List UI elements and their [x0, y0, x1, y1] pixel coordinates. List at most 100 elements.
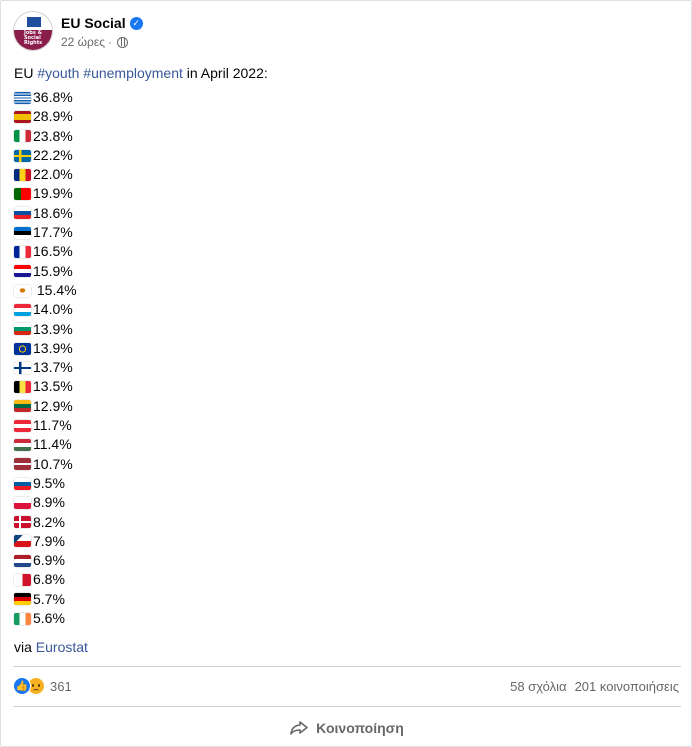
page-avatar[interactable]: Jobs & Social Rights — [13, 11, 53, 51]
latvia-flag-icon — [14, 458, 31, 471]
list-item: 5.7% — [14, 590, 674, 609]
divider — [13, 706, 681, 707]
austria-flag-icon — [14, 419, 31, 432]
page-name-link[interactable]: EU Social — [61, 15, 126, 31]
list-item: 17.7% — [14, 223, 674, 242]
poland-flag-icon — [14, 496, 31, 509]
eu-flag-icon — [14, 342, 31, 355]
post-timestamp[interactable]: 22 ώρες — [61, 35, 105, 49]
hungary-flag-icon — [14, 438, 31, 451]
list-item: 10.7% — [14, 455, 674, 474]
verified-badge-icon: ✓ — [129, 16, 143, 30]
rate-value: 8.2% — [33, 513, 65, 530]
estonia-flag-icon — [14, 226, 31, 239]
rate-value: 17.7% — [33, 224, 73, 241]
post-meta: EU Social ✓ 22 ώρες · — [61, 11, 143, 51]
rate-value: 10.7% — [33, 455, 73, 472]
portugal-flag-icon — [14, 188, 31, 201]
list-item: 9.5% — [14, 474, 674, 493]
rate-value: 12.9% — [33, 397, 73, 414]
list-item: 22.0% — [14, 165, 674, 184]
rate-value: 19.9% — [33, 185, 73, 202]
rate-value: 6.8% — [33, 571, 65, 588]
rate-value: 13.9% — [33, 320, 73, 337]
rate-value: 5.6% — [33, 610, 65, 627]
list-item: 13.9% — [14, 320, 674, 339]
luxembourg-flag-icon — [14, 303, 31, 316]
germany-flag-icon — [14, 593, 31, 606]
italy-flag-icon — [14, 130, 31, 143]
slovakia-flag-icon — [14, 207, 31, 220]
list-item: 13.7% — [14, 358, 674, 377]
like-reaction-icon: 👍 — [13, 677, 31, 695]
rate-value: 13.7% — [33, 359, 73, 376]
comments-count[interactable]: 58 σχόλια — [510, 679, 566, 694]
cyprus-flag-icon — [14, 284, 31, 297]
list-item: 6.8% — [14, 570, 674, 589]
rate-value: 36.8% — [33, 89, 73, 105]
reactions-summary[interactable]: 👍 361 — [13, 677, 72, 695]
denmark-flag-icon — [14, 516, 31, 529]
rate-value: 11.7% — [33, 417, 72, 434]
rate-value: 15.4% — [33, 281, 77, 298]
rate-value: 8.9% — [33, 494, 65, 511]
meta-separator: · — [108, 35, 113, 49]
greece-flag-icon — [14, 91, 31, 104]
rate-value: 7.9% — [33, 532, 65, 549]
spain-flag-icon — [14, 110, 31, 123]
rate-value: 9.5% — [33, 474, 65, 491]
rate-value: 23.8% — [33, 127, 73, 144]
public-globe-icon — [117, 36, 129, 48]
unemployment-list: 36.8% 28.9% 23.8% 22.2% 22.0% 19.9% 18.6% 17.7%… — [14, 88, 674, 628]
netherlands-flag-icon — [14, 554, 31, 567]
share-label: Κοινοποίηση — [316, 720, 404, 736]
post-header: Jobs & Social Rights EU Social ✓ 22 ώρες… — [13, 11, 143, 51]
hashtag-youth[interactable]: #youth — [37, 65, 79, 81]
list-item: 6.9% — [14, 551, 674, 570]
list-item: 19.9% — [14, 184, 674, 203]
list-item: 11.7% — [14, 416, 674, 435]
list-item: 14.0% — [14, 300, 674, 319]
rate-value: 13.9% — [33, 339, 73, 356]
list-item: 7.9% — [14, 532, 674, 551]
romania-flag-icon — [14, 168, 31, 181]
shares-count[interactable]: 201 κοινοποιήσεις — [575, 679, 679, 694]
list-item: 5.6% — [14, 609, 674, 628]
belgium-flag-icon — [14, 381, 31, 394]
list-item: 22.2% — [14, 146, 674, 165]
rate-value: 5.7% — [33, 590, 65, 607]
croatia-flag-icon — [14, 265, 31, 278]
sweden-flag-icon — [14, 149, 31, 162]
list-item: 16.5% — [14, 242, 674, 261]
slovenia-flag-icon — [14, 477, 31, 490]
list-item: 36.8% — [14, 88, 674, 107]
list-item: 28.9% — [14, 107, 674, 126]
finland-flag-icon — [14, 361, 31, 374]
hashtag-unemployment[interactable]: #unemployment — [83, 65, 183, 81]
eurostat-link[interactable]: Eurostat — [36, 639, 88, 655]
divider — [13, 666, 681, 667]
list-item: 15.9% — [14, 262, 674, 281]
share-arrow-icon — [290, 721, 308, 735]
post-text: EU #youth #unemployment in April 2022: 3… — [14, 63, 674, 657]
rate-value: 6.9% — [33, 552, 65, 569]
lithuania-flag-icon — [14, 400, 31, 413]
list-item: 13.9% — [14, 339, 674, 358]
rate-value: 22.2% — [33, 146, 73, 163]
source-line: via Eurostat — [14, 639, 88, 656]
rate-value: 28.9% — [33, 108, 73, 125]
post-stats: 👍 361 58 σχόλια 201 κοινοποιήσεις — [13, 675, 681, 697]
rate-value: 18.6% — [33, 204, 73, 221]
post-card: Jobs & Social Rights EU Social ✓ 22 ώρες… — [0, 0, 692, 747]
bulgaria-flag-icon — [14, 323, 31, 336]
czechia-flag-icon — [14, 535, 31, 548]
post-intro: EU #youth #unemployment in April 2022: — [14, 65, 268, 81]
rate-value: 14.0% — [33, 301, 73, 318]
list-item: 8.2% — [14, 513, 674, 532]
share-button[interactable]: Κοινοποίηση — [13, 713, 681, 743]
avatar-logo-text: Jobs & Social Rights — [24, 30, 43, 46]
rate-value: 16.5% — [33, 243, 73, 260]
list-item: 23.8% — [14, 127, 674, 146]
list-item: 11.4% — [14, 435, 674, 454]
rate-value: 13.5% — [33, 378, 73, 395]
